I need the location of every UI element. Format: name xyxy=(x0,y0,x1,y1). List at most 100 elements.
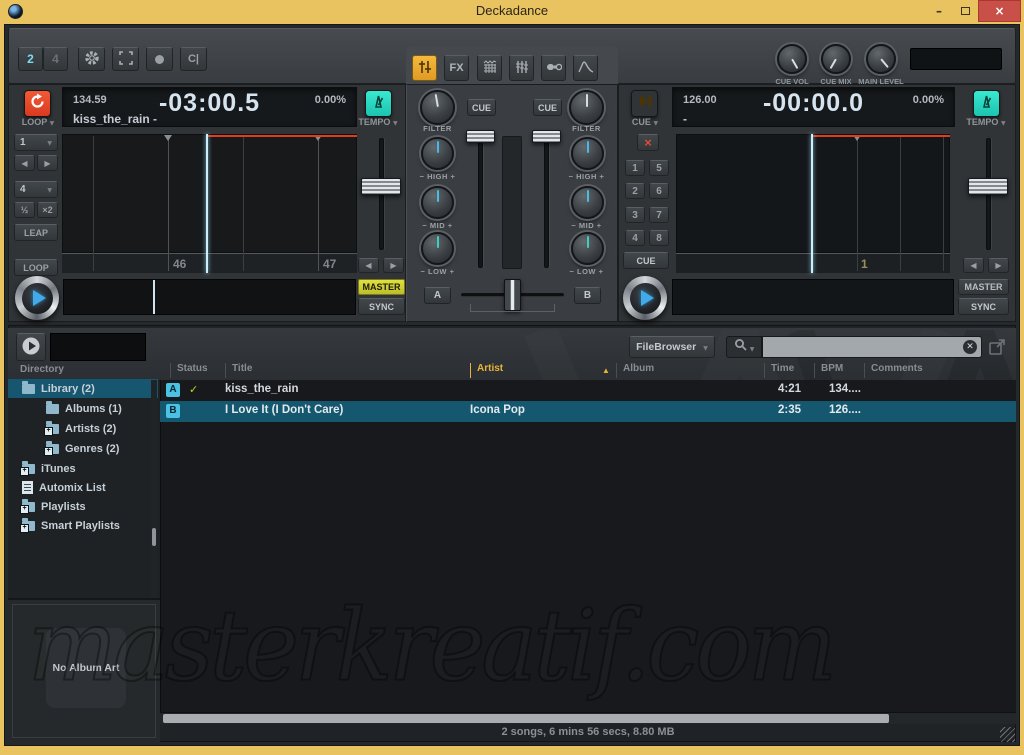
detach-browser-button[interactable] xyxy=(988,338,1006,356)
deck-a-overview-waveform[interactable] xyxy=(64,280,355,314)
tree-scrollbar-track[interactable] xyxy=(151,380,157,598)
deck-count-2-button[interactable]: 2 xyxy=(18,47,43,71)
deck-a-volume-fader-track[interactable] xyxy=(478,134,483,268)
deck-b-waveform-box[interactable] xyxy=(676,134,950,253)
tree-item-playlists[interactable]: Playlists xyxy=(8,497,158,516)
deck-b-volume-fader-handle[interactable] xyxy=(532,130,561,143)
mixer-filter-knob-b[interactable] xyxy=(569,90,604,125)
deck-a-loop-half-button[interactable]: ½ xyxy=(14,202,35,218)
deck-b-cue-pad-6[interactable]: 6 xyxy=(649,183,669,199)
deck-count-4-button[interactable]: 4 xyxy=(43,47,68,71)
tree-item-smart-playlists[interactable]: Smart Playlists xyxy=(8,516,158,535)
deck-b-cue-pad-1[interactable]: 1 xyxy=(625,160,645,176)
clear-search-icon[interactable]: ✕ xyxy=(963,340,977,354)
deck-b-play-button[interactable] xyxy=(623,276,667,320)
deck-b-tempo-button[interactable] xyxy=(973,90,1000,117)
deck-b-cue-pad-5[interactable]: 5 xyxy=(649,160,669,176)
deck-b-mid-knob[interactable] xyxy=(571,186,604,219)
cue-volume-knob[interactable] xyxy=(777,44,807,74)
column-header-comments[interactable]: Comments xyxy=(864,363,923,378)
column-header-album[interactable]: Album xyxy=(616,363,654,378)
deck-b-delete-cue-button[interactable]: × xyxy=(637,134,659,151)
fullscreen-button[interactable] xyxy=(112,47,139,71)
chevron-down-icon[interactable] xyxy=(653,117,658,127)
deck-b-cue-mode-button[interactable] xyxy=(631,90,658,117)
deck-b-pitch-fader-handle[interactable] xyxy=(968,178,1008,195)
minimize-button[interactable]: – xyxy=(926,0,952,22)
deck-b-high-knob[interactable] xyxy=(571,137,604,170)
deck-a-loop-length-select[interactable]: 4 xyxy=(14,181,58,198)
resize-grip[interactable] xyxy=(1000,727,1015,742)
settings-button[interactable] xyxy=(78,47,105,71)
deck-b-volume-fader-track[interactable] xyxy=(544,134,549,268)
crossfader-b-button[interactable]: B xyxy=(574,287,601,304)
deck-b-overview-box[interactable] xyxy=(672,279,954,315)
deck-b-cue-pad-3[interactable]: 3 xyxy=(625,207,645,223)
view-sampler-button[interactable] xyxy=(477,55,502,81)
cue-mix-knob[interactable] xyxy=(821,44,851,74)
deck-a-high-knob[interactable] xyxy=(421,137,454,170)
preview-play-button[interactable] xyxy=(16,333,46,361)
chevron-down-icon[interactable] xyxy=(1001,117,1006,127)
deck-b-sync-button[interactable]: SYNC xyxy=(958,298,1009,315)
maximize-button[interactable] xyxy=(952,0,978,22)
deck-a-beats-select[interactable]: 1 xyxy=(14,134,58,151)
search-filter-button[interactable] xyxy=(726,336,762,358)
deck-a-loop-double-button[interactable]: ×2 xyxy=(37,202,58,218)
deck-b-cue-pad-7[interactable]: 7 xyxy=(649,207,669,223)
chevron-down-icon[interactable] xyxy=(393,117,398,127)
tree-item-library[interactable]: Library (2) xyxy=(8,379,158,398)
mixer-cue-b-button[interactable]: CUE xyxy=(533,99,562,116)
deck-a-mid-knob[interactable] xyxy=(421,186,454,219)
mixer-filter-knob-a[interactable] xyxy=(420,90,455,125)
horizontal-scrollbar-thumb[interactable] xyxy=(163,714,889,723)
deck-b-cue-button[interactable]: CUE xyxy=(623,252,669,269)
close-button[interactable]: × xyxy=(978,0,1021,22)
column-header-status[interactable]: Status xyxy=(170,363,208,378)
deck-a-nudge-back-button[interactable] xyxy=(358,258,379,273)
sort-ascending-icon[interactable]: ▲ xyxy=(602,366,610,375)
deck-b-cue-pad-4[interactable]: 4 xyxy=(625,230,645,246)
deck-a-pitch-fader-handle[interactable] xyxy=(361,178,401,195)
source-selector[interactable]: FileBrowser xyxy=(629,336,715,358)
deck-b-low-knob[interactable] xyxy=(571,232,604,265)
deck-a-master-button[interactable]: MASTER xyxy=(358,279,405,295)
deck-a-volume-fader-handle[interactable] xyxy=(466,130,495,143)
deck-b-nudge-fwd-button[interactable] xyxy=(988,258,1009,273)
view-fx-button[interactable]: FX xyxy=(444,55,469,81)
crossfader-a-button[interactable]: A xyxy=(424,287,451,304)
column-header-title[interactable]: Title xyxy=(225,363,252,378)
mixer-cue-a-button[interactable]: CUE xyxy=(467,99,496,116)
deck-a-tempo-button[interactable] xyxy=(365,90,392,117)
deck-b-master-button[interactable]: MASTER xyxy=(958,279,1009,295)
column-header-bpm[interactable]: BPM xyxy=(814,363,843,378)
tree-item-albums[interactable]: Albums (1) xyxy=(8,399,158,418)
tree-item-itunes[interactable]: iTunes xyxy=(8,459,158,478)
deck-b-cue-pad-8[interactable]: 8 xyxy=(649,230,669,246)
column-header-artist[interactable]: Artist xyxy=(470,363,503,378)
deck-b-nudge-back-button[interactable] xyxy=(963,258,984,273)
track-row-kiss-the-rain[interactable]: A ✓ kiss_the_rain 4:21 134.... xyxy=(160,380,1016,401)
deck-a-play-button[interactable] xyxy=(15,276,59,320)
chevron-down-icon[interactable] xyxy=(50,117,55,127)
deck-a-loop-mode-button[interactable] xyxy=(24,90,51,117)
deck-a-low-knob[interactable] xyxy=(421,232,454,265)
view-eq-button[interactable] xyxy=(509,55,534,81)
view-vinyl-button[interactable] xyxy=(573,55,598,81)
deck-a-loop-button[interactable]: LOOP xyxy=(14,259,58,276)
tree-scrollbar-thumb[interactable] xyxy=(152,528,156,546)
column-header-time[interactable]: Time xyxy=(764,363,794,378)
deck-a-waveform[interactable] xyxy=(63,135,356,252)
tree-item-automix-list[interactable]: Automix List xyxy=(8,478,158,497)
deck-a-nudge-fwd-button[interactable] xyxy=(383,258,404,273)
deck-a-sync-button[interactable]: SYNC xyxy=(358,298,405,315)
deck-a-loop-move-fwd-button[interactable] xyxy=(37,155,58,171)
main-level-knob[interactable] xyxy=(866,44,896,74)
deck-b-cue-pad-2[interactable]: 2 xyxy=(625,183,645,199)
deck-a-loop-move-back-button[interactable] xyxy=(14,155,35,171)
view-mixer-button[interactable] xyxy=(412,55,437,81)
deck-a-leap-button[interactable]: LEAP xyxy=(14,224,58,241)
track-row-i-love-it[interactable]: B I Love It (I Don't Care) Icona Pop 2:3… xyxy=(160,401,1016,422)
view-relooper-button[interactable] xyxy=(541,55,566,81)
tree-item-artists[interactable]: Artists (2) xyxy=(8,419,158,438)
